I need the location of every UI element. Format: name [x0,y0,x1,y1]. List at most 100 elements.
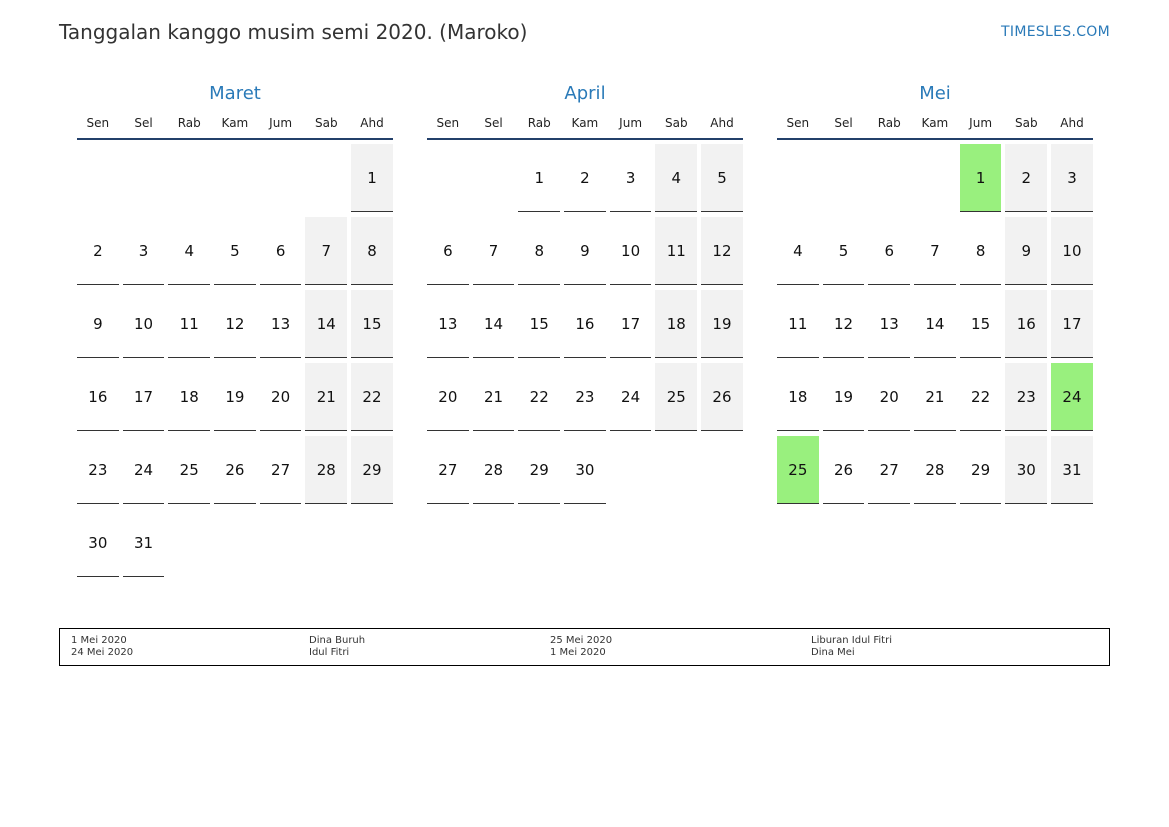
day-cell: 21 [305,363,348,431]
day-cell: 13 [427,290,469,358]
day-cell: 9 [1005,217,1048,285]
day-cell: 6 [259,217,302,285]
day-cell: 5 [822,217,865,285]
month-name: Maret [209,83,261,104]
month-name: April [564,83,606,104]
day-cell: 17 [609,290,652,358]
day-cell: 23 [564,363,606,431]
day-cell: 21 [914,363,956,431]
weekday-label: Kam [921,116,949,130]
weekday-label: Sen [436,116,460,130]
day-cell: 11 [168,290,211,358]
day-cell: 6 [427,217,469,285]
day-cell: 26 [214,436,256,504]
day-cell: 10 [1051,217,1093,285]
empty-cell [123,144,165,212]
weekday-label: Ahd [710,116,734,130]
day-cell: 8 [351,217,393,285]
day-cell: 27 [259,436,302,504]
empty-cell [168,144,210,212]
day-cell: 13 [259,290,302,358]
day-cell: 14 [914,290,956,358]
day-cell: 6 [868,217,911,285]
legend-holiday-name: Dina Mei [811,647,855,658]
empty-cell [214,144,256,212]
day-cell: 24 [122,436,165,504]
weekday-label: Rab [177,116,201,130]
month-mei: Mei Sen Sel Rab Kam Jum Sab Ahd 1 2 3 4 5 6 7 8 9 10 11 12 1… [777,82,1093,504]
legend-date: 1 Mei 2020 [71,635,127,646]
day-cell: 30 [77,509,119,577]
day-cell: 18 [168,363,211,431]
legend-date: 1 Mei 2020 [550,647,606,658]
day-cell: 10 [609,217,652,285]
day-cell: 2 [1005,144,1048,212]
legend-holiday-name: Dina Buruh [309,635,366,646]
weekday-label: Sab [1014,116,1038,130]
weekday-header: Sen Sel Rab Kam Jum Sab Ahd [77,112,393,140]
empty-cell [427,144,469,212]
weekday-label: Ahd [1060,116,1084,130]
weekday-label: Sel [484,116,503,130]
weekday-label: Jum [619,116,643,130]
day-cell: 31 [1051,436,1093,504]
month-name: Mei [919,83,951,104]
weekday-label: Ahd [360,116,384,130]
page-title: Tanggalan kanggo musim semi 2020. (Marok… [59,20,528,44]
day-cell: 12 [214,290,256,358]
day-cell: 22 [959,363,1002,431]
day-cell: 27 [427,436,469,504]
legend-date: 24 Mei 2020 [71,647,134,658]
day-cell: 28 [914,436,956,504]
day-cell: 3 [1051,144,1093,212]
empty-cell [77,144,119,212]
day-cell: 17 [1051,290,1093,358]
day-cell: 7 [472,217,515,285]
day-cell: 31 [122,509,165,577]
day-cell: 14 [305,290,348,358]
day-cell: 19 [701,290,743,358]
day-cell: 16 [1005,290,1048,358]
day-cell: 30 [1005,436,1048,504]
day-cell: 4 [777,217,819,285]
day-cell: 29 [959,436,1002,504]
day-cell: 18 [655,290,698,358]
day-cell: 16 [77,363,119,431]
day-cell: 1 [351,144,393,212]
day-grid: 1 2 3 4 5 6 7 8 9 10 11 12 13 14 15 16 17 18 19 20 21 22 23 24 2… [77,144,393,577]
weekday-label: Jum [269,116,293,130]
empty-cell [260,144,302,212]
month-april: April Sen Sel Rab Kam Jum Sab Ahd 1 2 3 4 5 6 7 8 9 10 11 1… [427,82,743,504]
day-cell: 29 [351,436,393,504]
day-cell: 29 [518,436,561,504]
weekday-label: Sen [86,116,110,130]
day-cell: 20 [868,363,911,431]
site-link[interactable]: TIMESLES.COM [1001,24,1110,40]
day-cell: 21 [472,363,515,431]
day-cell: 26 [701,363,743,431]
weekday-label: Sab [314,116,338,130]
day-cell: 4 [168,217,211,285]
day-cell: 3 [609,144,652,212]
day-cell: 5 [701,144,743,212]
day-cell: 20 [259,363,302,431]
day-cell: 2 [77,217,119,285]
day-cell: 20 [427,363,469,431]
holiday-legend: 1 Mei 2020 24 Mei 2020 Dina Buruh Idul F… [59,628,1110,666]
day-cell: 9 [77,290,119,358]
day-cell: 14 [472,290,515,358]
weekday-label: Kam [571,116,599,130]
day-cell: 8 [959,217,1002,285]
day-grid: 1 2 3 4 5 6 7 8 9 10 11 12 13 14 15 16 17 18 19 20 21 22 23 24 2… [427,144,743,504]
day-cell: 17 [122,363,165,431]
day-cell: 19 [214,363,256,431]
day-cell: 12 [822,290,865,358]
day-cell: 27 [868,436,911,504]
legend-holiday-name: Liburan Idul Fitri [811,635,892,646]
day-cell: 7 [914,217,956,285]
day-cell: 22 [351,363,393,431]
day-cell: 4 [655,144,698,212]
day-cell: 8 [518,217,561,285]
day-cell: 12 [701,217,743,285]
holiday-day-cell: 24 [1051,363,1093,431]
